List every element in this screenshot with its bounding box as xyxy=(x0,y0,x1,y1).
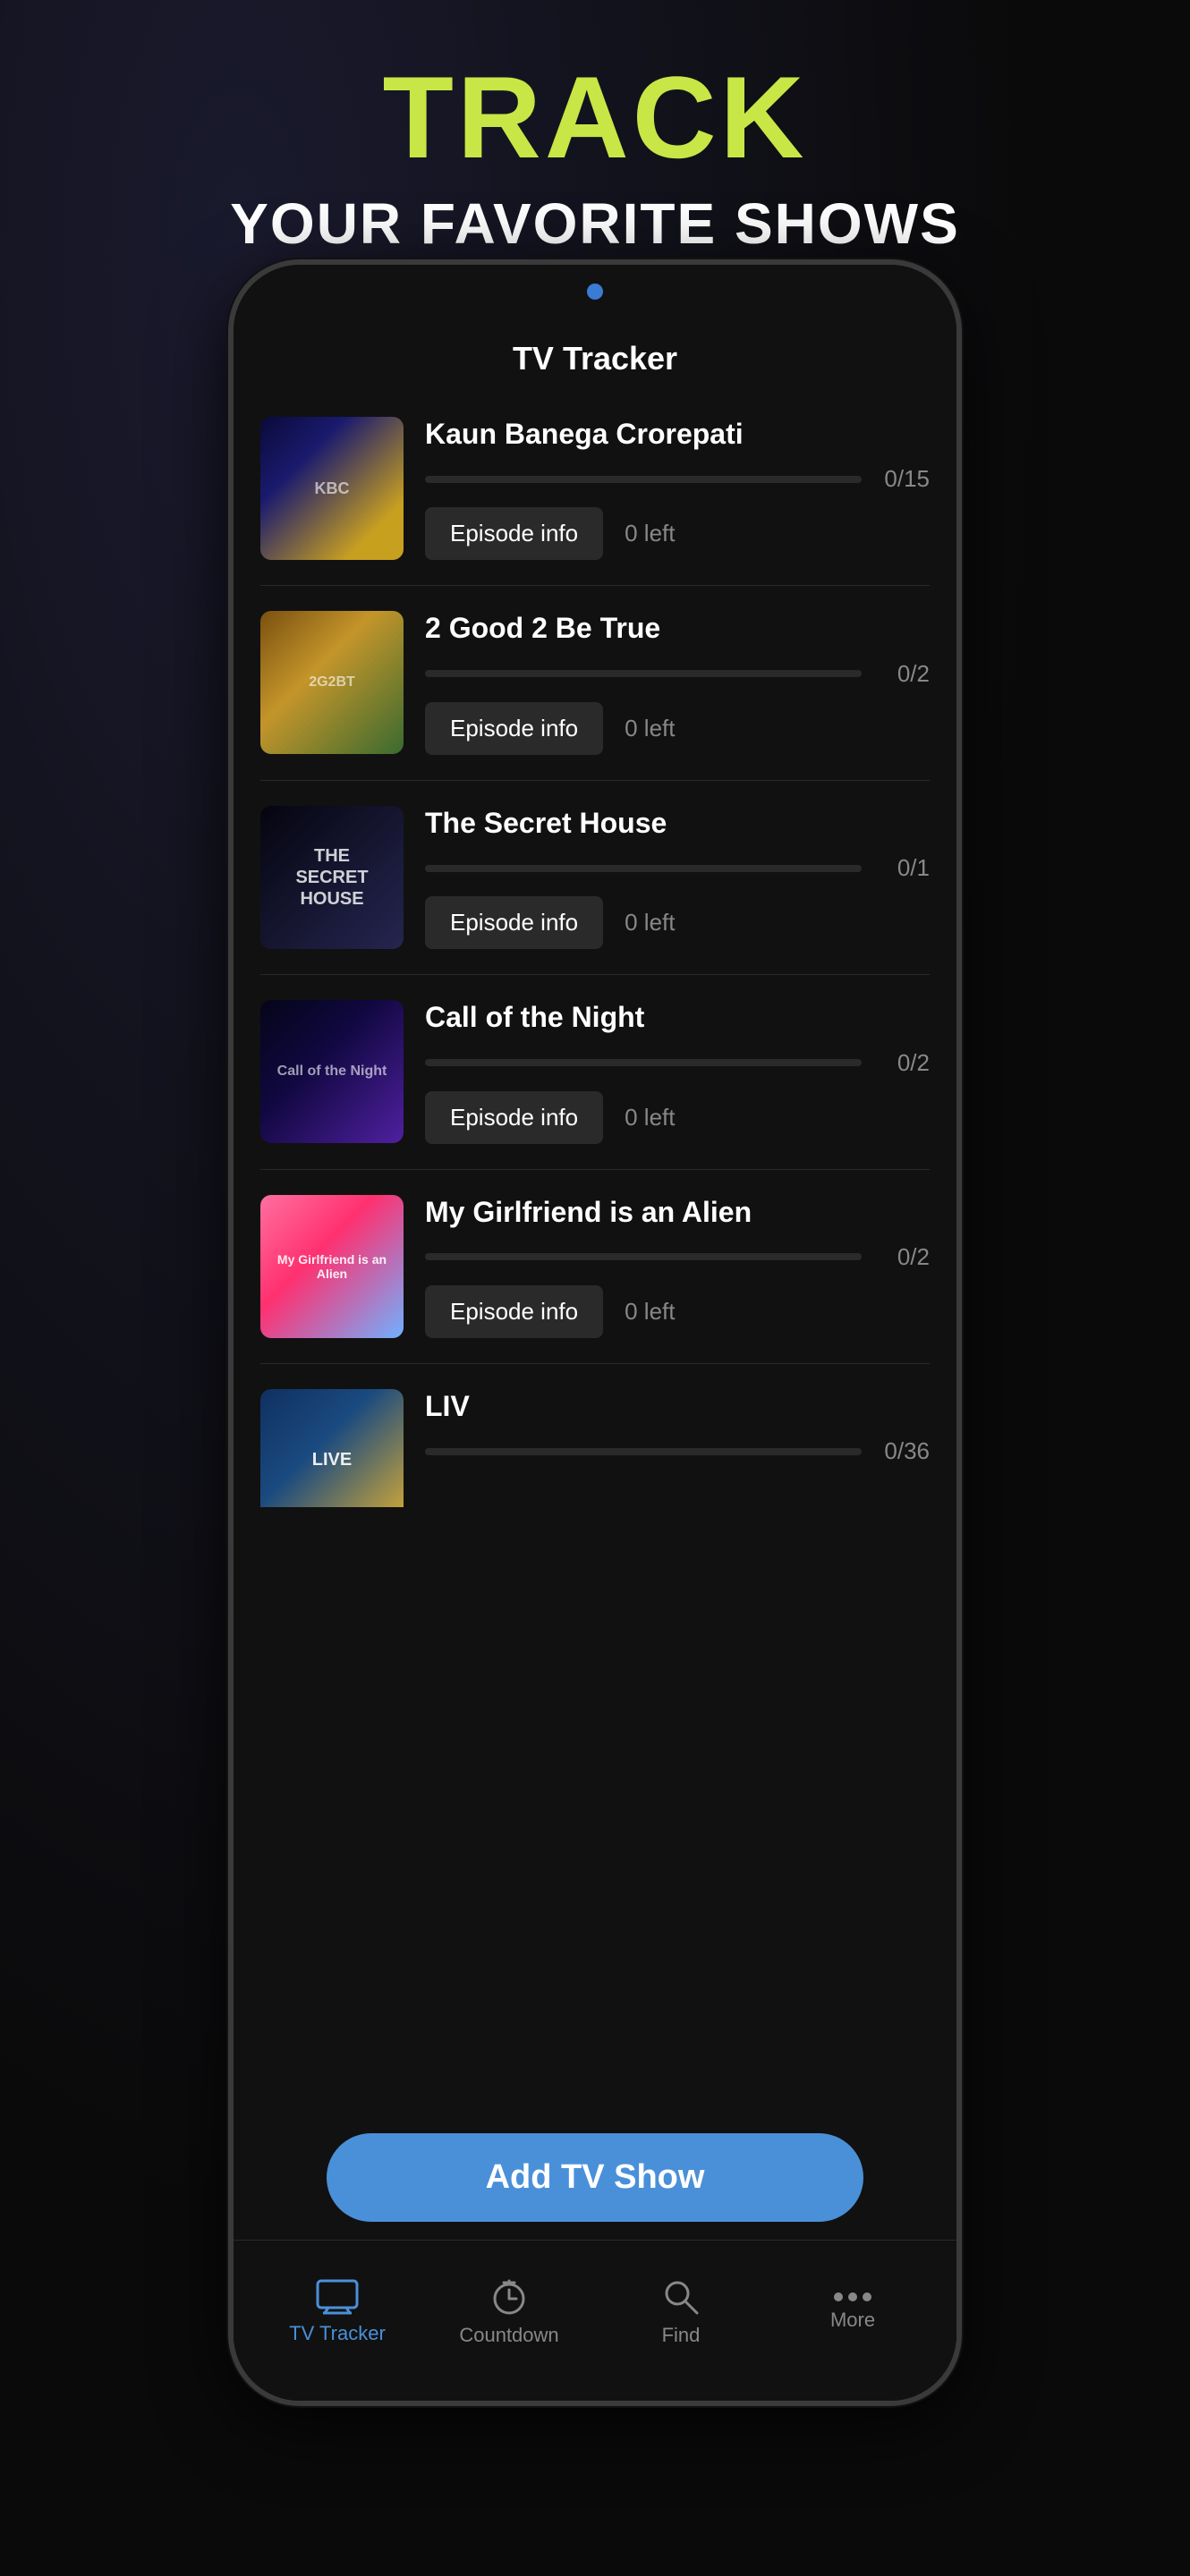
show-name-2good: 2 Good 2 Be True xyxy=(425,611,930,645)
phone-screen: TV Tracker KBC Kaun Banega Crorepati xyxy=(234,318,956,2401)
progress-row-live: 0/36 xyxy=(425,1437,930,1465)
phone-notch xyxy=(234,265,956,318)
progress-bar-bg-alien xyxy=(425,1253,862,1260)
left-count-2good: 0 left xyxy=(625,715,675,742)
progress-bar-bg-live xyxy=(425,1448,862,1455)
left-count-call: 0 left xyxy=(625,1104,675,1131)
show-name-alien: My Girlfriend is an Alien xyxy=(425,1195,930,1229)
show-item-2good: 2G2BT 2 Good 2 Be True 0/2 Episode info … xyxy=(260,586,930,780)
phone-frame: TV Tracker KBC Kaun Banega Crorepati xyxy=(228,259,962,2406)
progress-bar-bg-secret xyxy=(425,865,862,872)
progress-count-live: 0/36 xyxy=(876,1437,930,1465)
nav-item-find[interactable]: Find xyxy=(595,2277,767,2347)
show-info-live: LIV 0/36 xyxy=(404,1389,930,1479)
show-actions-2good: Episode info 0 left xyxy=(425,702,930,755)
add-btn-container: Add TV Show xyxy=(327,2133,863,2222)
episode-info-btn-secret[interactable]: Episode info xyxy=(425,896,603,949)
show-list: KBC Kaun Banega Crorepati 0/15 Episode i… xyxy=(234,392,956,2401)
more-dot-1 xyxy=(834,2292,843,2301)
nav-label-find: Find xyxy=(662,2324,701,2347)
countdown-icon xyxy=(489,2277,529,2317)
progress-row-call: 0/2 xyxy=(425,1049,930,1077)
bottom-nav: TV Tracker Countdown Find xyxy=(234,2240,956,2401)
more-icon xyxy=(834,2292,871,2301)
nav-label-more: More xyxy=(830,2309,875,2332)
app-header: TV Tracker xyxy=(234,318,956,392)
show-actions-secret: Episode info 0 left xyxy=(425,896,930,949)
app-title: TV Tracker xyxy=(513,340,677,377)
notch-dot xyxy=(587,284,603,300)
nav-item-more[interactable]: More xyxy=(767,2292,939,2332)
show-info-call: Call of the Night 0/2 Episode info 0 lef… xyxy=(404,1000,930,1143)
progress-bar-bg-2good xyxy=(425,670,862,677)
progress-row-alien: 0/2 xyxy=(425,1243,930,1271)
progress-count-2good: 0/2 xyxy=(876,660,930,688)
progress-count-kbc: 0/15 xyxy=(876,465,930,493)
left-count-alien: 0 left xyxy=(625,1298,675,1326)
left-count-kbc: 0 left xyxy=(625,520,675,547)
progress-row-kbc: 0/15 xyxy=(425,465,930,493)
episode-info-btn-call[interactable]: Episode info xyxy=(425,1091,603,1144)
show-name-call: Call of the Night xyxy=(425,1000,930,1034)
show-name-kbc: Kaun Banega Crorepati xyxy=(425,417,930,451)
show-actions-call: Episode info 0 left xyxy=(425,1091,930,1144)
find-icon xyxy=(661,2277,701,2317)
more-dot-2 xyxy=(848,2292,857,2301)
progress-count-secret: 0/1 xyxy=(876,854,930,882)
show-item-secret: THESECRETHOUSE The Secret House 0/1 Epis… xyxy=(260,781,930,975)
hero-title: TRACK xyxy=(0,54,1190,182)
show-thumbnail-call: Call of the Night xyxy=(260,1000,404,1143)
show-item-live: LIVE LIV 0/36 xyxy=(260,1364,930,1507)
progress-row-2good: 0/2 xyxy=(425,660,930,688)
nav-item-tracker[interactable]: TV Tracker xyxy=(251,2279,423,2345)
progress-row-secret: 0/1 xyxy=(425,854,930,882)
episode-info-btn-alien[interactable]: Episode info xyxy=(425,1285,603,1338)
progress-count-alien: 0/2 xyxy=(876,1243,930,1271)
episode-info-btn-2good[interactable]: Episode info xyxy=(425,702,603,755)
show-info-2good: 2 Good 2 Be True 0/2 Episode info 0 left xyxy=(404,611,930,754)
progress-bar-bg-call xyxy=(425,1059,862,1066)
show-thumbnail-kbc: KBC xyxy=(260,417,404,560)
show-info-alien: My Girlfriend is an Alien 0/2 Episode in… xyxy=(404,1195,930,1338)
hero-section: TRACK YOUR FAVORITE SHOWS xyxy=(0,54,1190,257)
show-thumbnail-secret: THESECRETHOUSE xyxy=(260,806,404,949)
show-actions-kbc: Episode info 0 left xyxy=(425,507,930,560)
show-item-call: Call of the Night Call of the Night 0/2 … xyxy=(260,975,930,1169)
show-thumbnail-alien: My Girlfriend is an Alien xyxy=(260,1195,404,1338)
show-thumbnail-2good: 2G2BT xyxy=(260,611,404,754)
show-item-alien: My Girlfriend is an Alien My Girlfriend … xyxy=(260,1170,930,1364)
show-info-kbc: Kaun Banega Crorepati 0/15 Episode info … xyxy=(404,417,930,560)
tv-tracker-icon xyxy=(316,2279,359,2315)
show-info-secret: The Secret House 0/1 Episode info 0 left xyxy=(404,806,930,949)
show-thumbnail-live: LIVE xyxy=(260,1389,404,1507)
progress-count-call: 0/2 xyxy=(876,1049,930,1077)
hero-subtitle: YOUR FAVORITE SHOWS xyxy=(0,191,1190,257)
show-item-kbc: KBC Kaun Banega Crorepati 0/15 Episode i… xyxy=(260,392,930,586)
show-actions-alien: Episode info 0 left xyxy=(425,1285,930,1338)
episode-info-btn-kbc[interactable]: Episode info xyxy=(425,507,603,560)
more-dot-3 xyxy=(863,2292,871,2301)
nav-item-countdown[interactable]: Countdown xyxy=(423,2277,595,2347)
show-name-live: LIV xyxy=(425,1389,930,1423)
nav-label-countdown: Countdown xyxy=(459,2324,558,2347)
show-name-secret: The Secret House xyxy=(425,806,930,840)
progress-bar-bg-kbc xyxy=(425,476,862,483)
nav-label-tracker: TV Tracker xyxy=(289,2322,386,2345)
add-tv-show-button[interactable]: Add TV Show xyxy=(327,2133,863,2222)
left-count-secret: 0 left xyxy=(625,909,675,936)
